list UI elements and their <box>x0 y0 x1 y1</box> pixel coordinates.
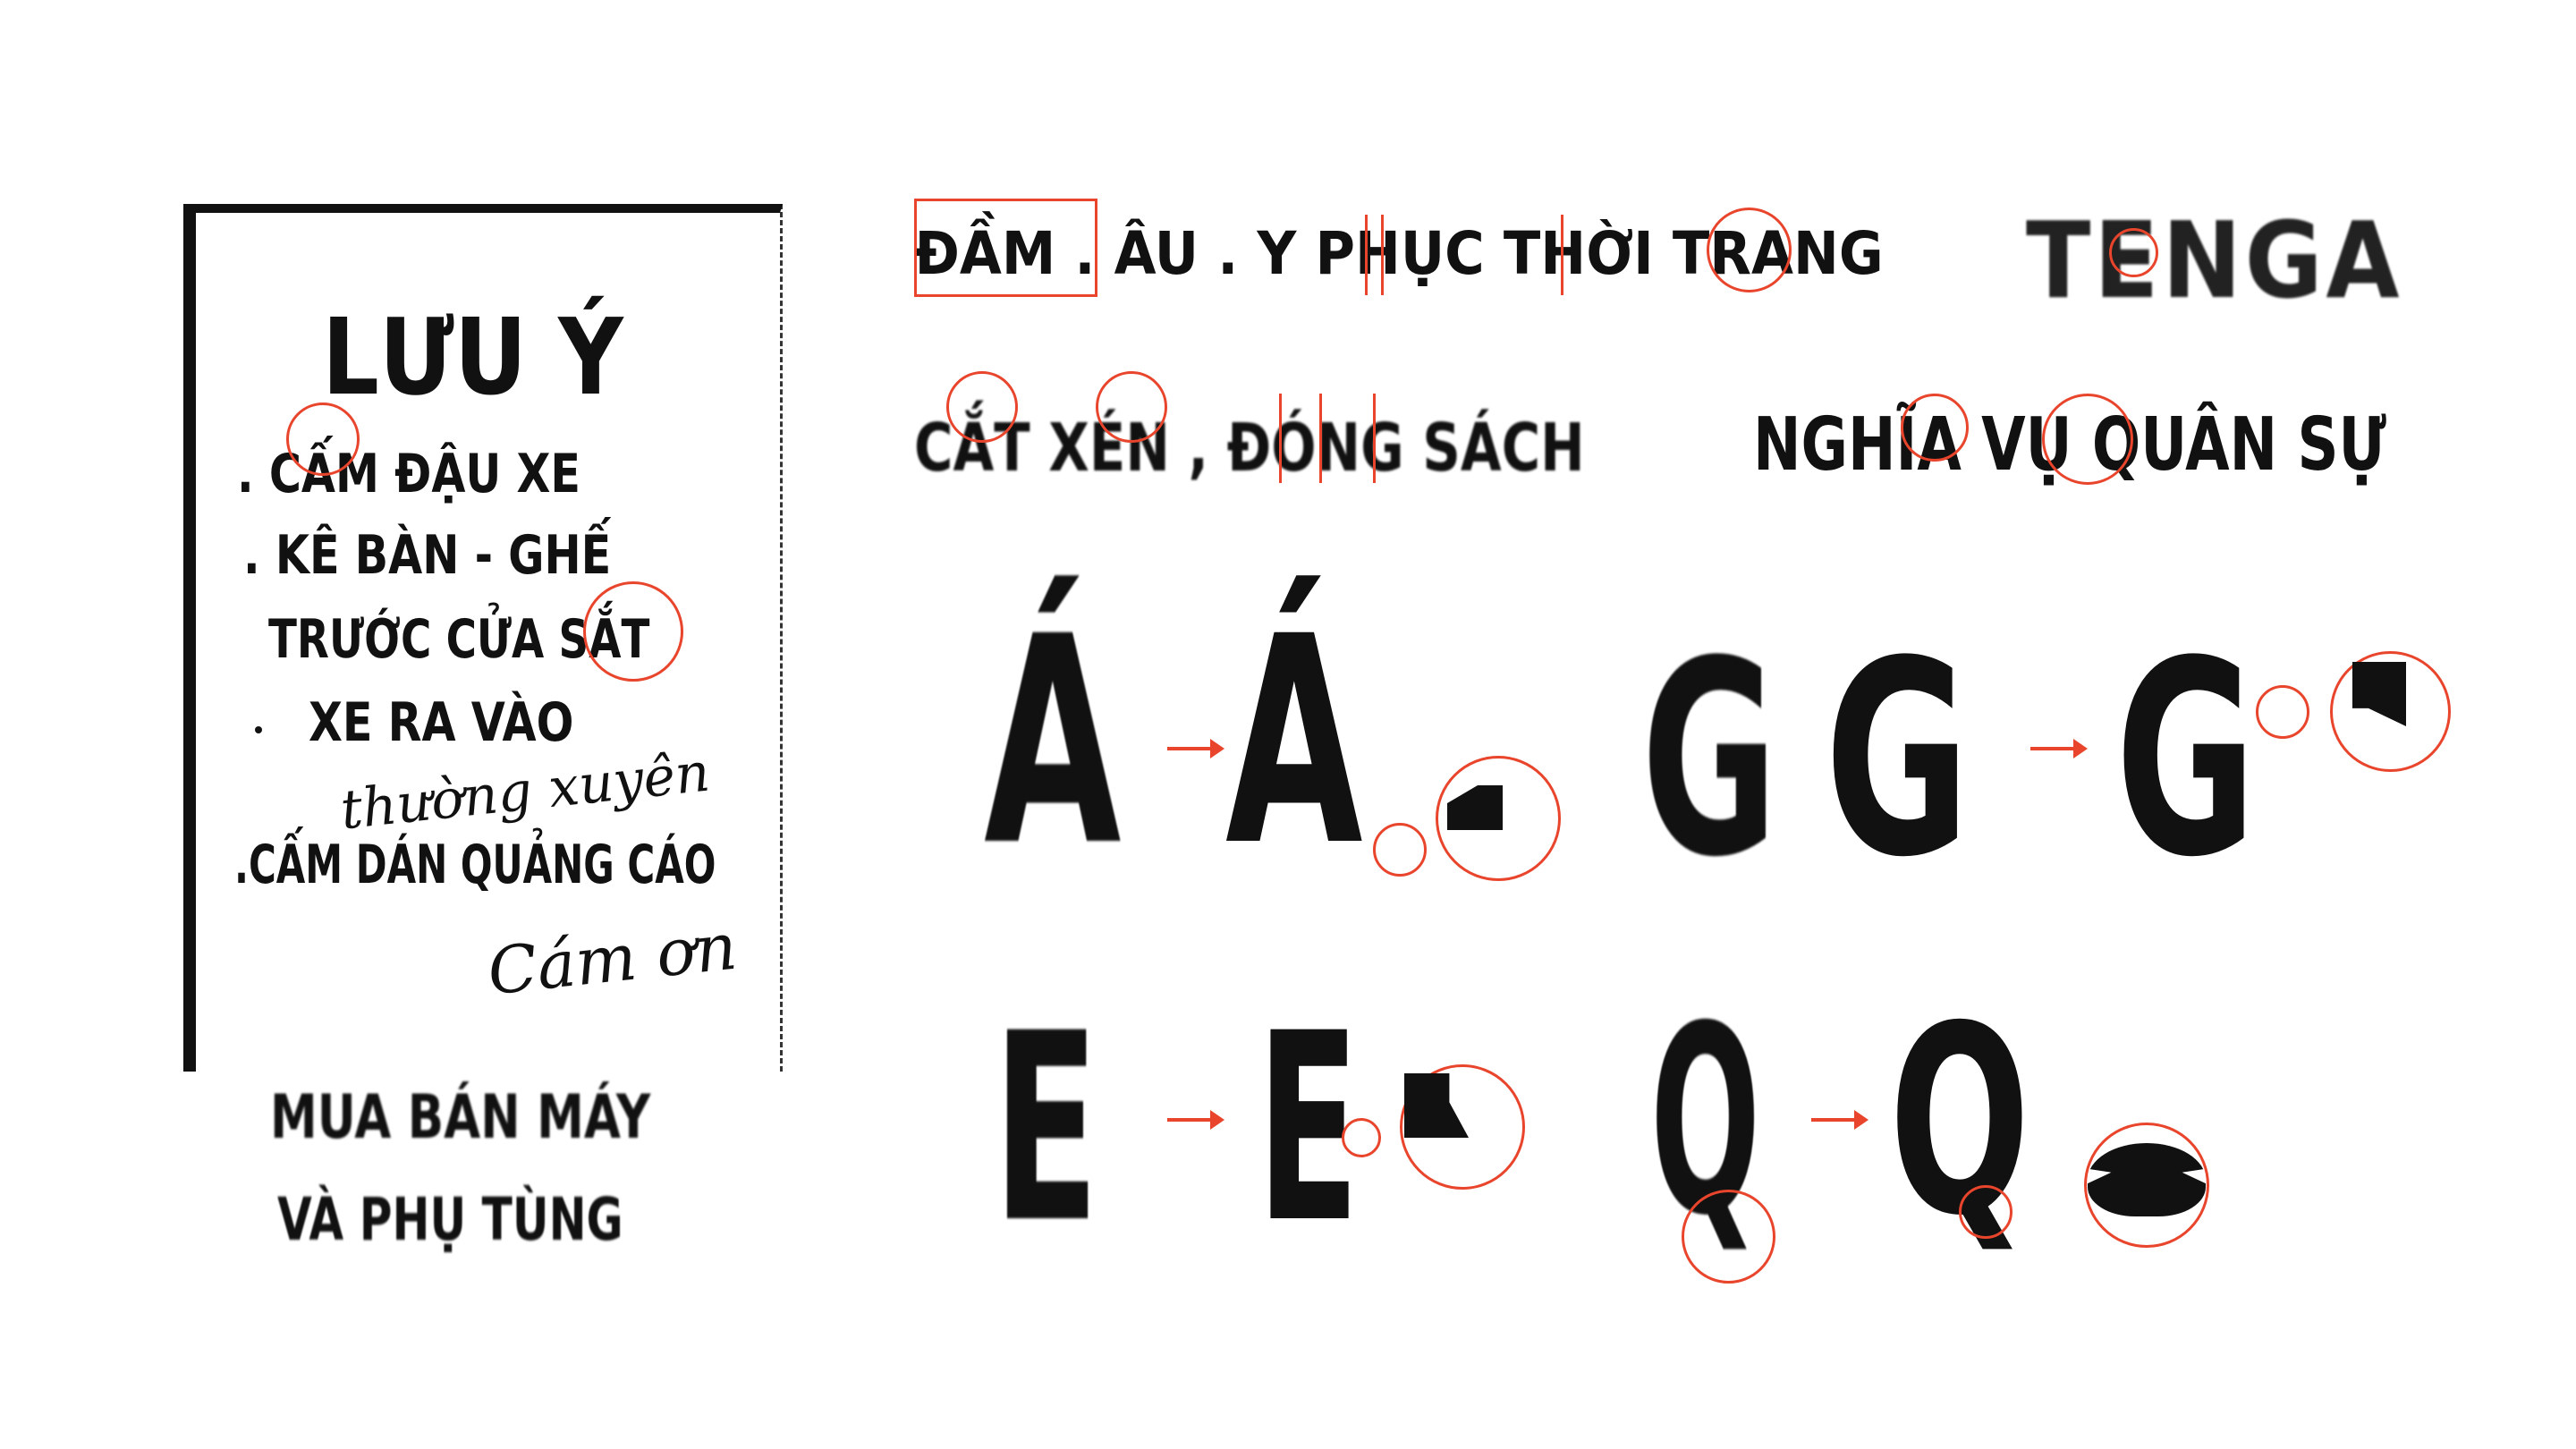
notice-line-6: .CẤM DÁN QUẢNG CÁO <box>234 834 716 896</box>
glyph-g-pixel: G <box>1825 604 1970 916</box>
glyph-g-new: G <box>2115 604 2257 916</box>
notice-sub-2: VÀ PHỤ TÙNG <box>277 1185 623 1254</box>
sample-sign-3-ring-2 <box>1096 371 1167 443</box>
sample-sign-2: TENGA <box>2026 199 2403 322</box>
sample-sign-1-box <box>914 199 1097 297</box>
sample-sign-3-ring-1 <box>946 371 1018 443</box>
arrow-a <box>1167 739 1224 758</box>
sample-sign-1-guide-1 <box>1365 215 1368 295</box>
sample-sign-2-ring <box>2109 228 2158 277</box>
arrow-e <box>1167 1110 1224 1130</box>
arrow-q <box>1811 1110 1868 1130</box>
glyph-e-detail-ring-small <box>1342 1118 1381 1157</box>
glyph-g-original: G <box>1641 604 1778 916</box>
sample-sign-4-ring-2 <box>2042 394 2133 485</box>
glyph-a-acute-new: Á <box>1225 576 1363 909</box>
glyph-q-detail-ring-small <box>1959 1185 2012 1239</box>
notice-ring-accent-2 <box>583 581 683 682</box>
glyph-g-detail-ring-small <box>2256 685 2309 739</box>
sample-sign-1-guide-3 <box>1561 215 1563 295</box>
notice-bullet <box>255 726 262 733</box>
arrow-g <box>2030 739 2088 758</box>
glyph-a-acute-original: Á <box>984 576 1122 909</box>
sample-sign-3-guide-1 <box>1279 394 1282 483</box>
sample-sign-1-ring <box>1707 208 1792 292</box>
glyph-a-detail-ring-small <box>1373 823 1427 877</box>
notice-line-2: . KÊ BÀN - GHẾ <box>243 524 612 587</box>
sample-sign-3-guide-3 <box>1373 394 1376 483</box>
sample-sign-3-guide-2 <box>1319 394 1322 483</box>
glyph-e-original: E <box>993 979 1099 1280</box>
notice-line-4: XE RA VÀO <box>309 691 574 754</box>
notice-title: LƯU Ý <box>322 295 623 419</box>
notice-sub-1: MUA BÁN MÁY <box>270 1082 651 1153</box>
sample-sign-1-guide-2 <box>1381 215 1384 295</box>
glyph-q-detail-shape <box>2088 1143 2206 1216</box>
notice-ring-accent-1 <box>286 402 360 476</box>
sample-sign-4-ring-1 <box>1901 394 1969 462</box>
glyph-q-original-ring <box>1682 1190 1775 1284</box>
